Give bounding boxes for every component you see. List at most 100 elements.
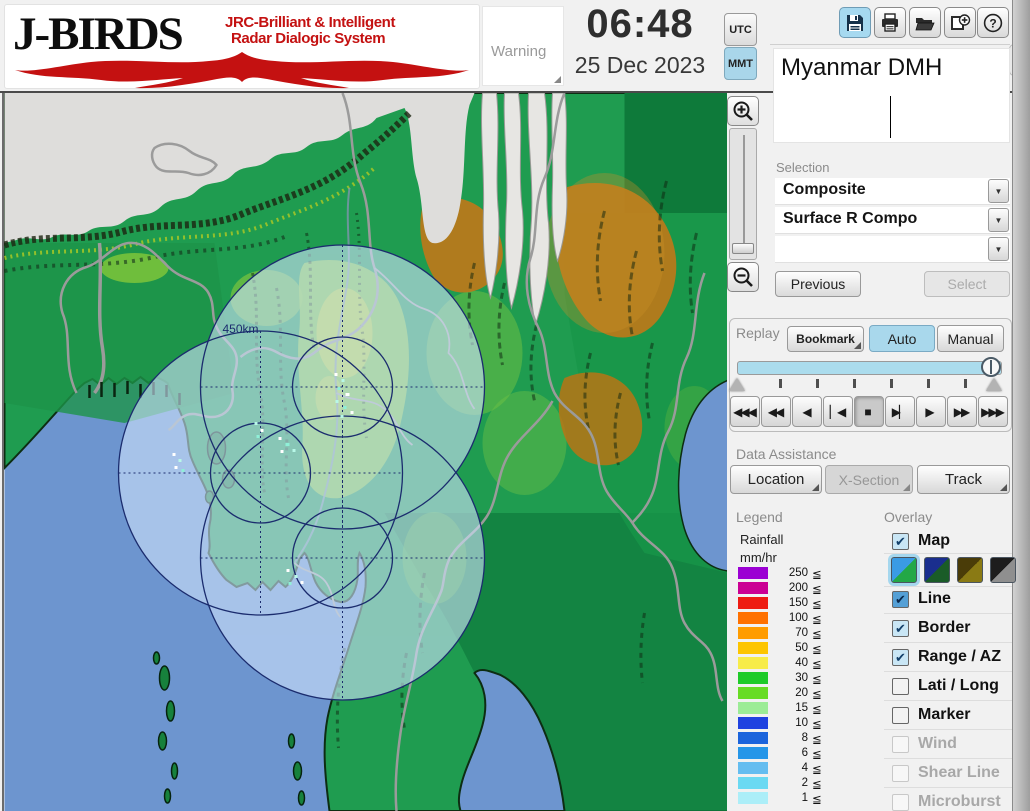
legend-value: 4 — [801, 762, 808, 774]
map-style-swatch-3[interactable] — [957, 557, 983, 583]
zoom-slider[interactable] — [729, 128, 757, 260]
map-canvas[interactable]: 450km — [2, 93, 727, 811]
legend-swatch — [738, 612, 768, 624]
legend-operator: ≦ — [812, 629, 822, 641]
logo-subtitle-1: JRC-Brilliant & Intelligent — [225, 14, 396, 31]
play-button[interactable]: ▶ — [916, 396, 946, 427]
legend-value: 200 — [788, 582, 808, 594]
legend-operator: ≦ — [812, 644, 822, 656]
menu-corner-icon — [903, 484, 910, 491]
dropdown-product-type[interactable]: Surface R Compo ▼ — [775, 207, 1010, 234]
legend-value: 15 — [795, 702, 808, 714]
legend-value: 1 — [801, 792, 808, 804]
separator — [884, 586, 1012, 587]
mmt-button[interactable]: MMT — [724, 47, 757, 80]
bookmark-button[interactable]: Bookmark — [787, 326, 864, 352]
x-section-button[interactable]: X-Section — [825, 465, 913, 494]
x-section-label: X-Section — [838, 471, 900, 488]
chevron-down-icon[interactable]: ▼ — [988, 208, 1009, 232]
forward-fast-button[interactable]: ▶▶▶ — [978, 396, 1008, 427]
checkbox-checked-icon[interactable]: ✔ — [892, 533, 909, 550]
checkbox-unchecked-icon[interactable] — [892, 707, 909, 724]
legend-value: 6 — [801, 747, 808, 759]
legend-value: 20 — [795, 687, 808, 699]
open-folder-icon — [915, 17, 935, 30]
legend-operator: ≦ — [812, 779, 822, 791]
svg-text:?: ? — [989, 16, 996, 30]
replay-slider-handle[interactable] — [981, 357, 1001, 377]
legend-value: 70 — [795, 627, 808, 639]
play-back-button[interactable]: ◀ — [792, 396, 822, 427]
range-end-marker[interactable] — [986, 378, 1002, 391]
zoom-slider-handle[interactable] — [732, 243, 754, 254]
utc-button[interactable]: UTC — [724, 13, 757, 46]
open-button[interactable] — [909, 7, 941, 38]
legend-operator: ≦ — [812, 764, 822, 776]
legend-swatch — [738, 717, 768, 729]
stop-button[interactable]: ■ — [854, 396, 884, 427]
checkbox-checked-icon[interactable]: ✔ — [892, 649, 909, 666]
legend-value: 40 — [795, 657, 808, 669]
data-assistance-label: Data Assistance — [736, 446, 837, 462]
legend-operator: ≦ — [812, 584, 822, 596]
warning-button[interactable]: Warning — [482, 6, 564, 86]
location-button[interactable]: Location — [730, 465, 822, 494]
slider-tick — [853, 379, 856, 388]
panel-edge-strip[interactable] — [1012, 0, 1030, 811]
checkbox-unchecked-icon[interactable] — [892, 678, 909, 695]
legend-swatch — [738, 597, 768, 609]
slider-tick — [964, 379, 967, 388]
map-style-swatch-2[interactable] — [924, 557, 950, 583]
checkbox-checked-icon[interactable]: ✔ — [892, 620, 909, 637]
shan-plateau-s — [482, 391, 567, 495]
capture-button[interactable] — [944, 7, 976, 38]
rewind-fast-button[interactable]: ◀◀◀ — [730, 396, 760, 427]
overlay-item-label: Map — [918, 532, 950, 549]
legend-value: 8 — [801, 732, 808, 744]
help-button[interactable]: ? — [977, 7, 1009, 38]
replay-slider-track[interactable] — [737, 361, 1002, 375]
legend-operator: ≦ — [812, 599, 822, 611]
step-first-button[interactable]: ▏◀ — [823, 396, 853, 427]
range-start-marker[interactable] — [729, 378, 745, 391]
legend-swatch — [738, 657, 768, 669]
replay-label: Replay — [736, 325, 780, 341]
chevron-down-icon[interactable]: ▼ — [988, 237, 1009, 261]
separator — [884, 613, 1012, 614]
checkbox-disabled-icon — [892, 736, 909, 753]
step-last-button[interactable]: ▶▏ — [885, 396, 915, 427]
chevron-down-icon[interactable]: ▼ — [988, 179, 1009, 203]
jbirds-app: 450km J-BIRDS JRC-Brilliant & Intelligen… — [0, 0, 1030, 811]
checkbox-disabled-icon — [892, 765, 909, 782]
manual-button[interactable]: Manual — [937, 325, 1004, 352]
overlay-item-label: Marker — [918, 706, 971, 723]
track-button[interactable]: Track — [917, 465, 1010, 494]
warning-label: Warning — [491, 43, 547, 60]
legend-value: 150 — [788, 597, 808, 609]
overlay-item-label: Range / AZ — [918, 648, 1001, 665]
dropdown-product-option[interactable]: ▼ — [775, 236, 1010, 263]
auto-button[interactable]: Auto — [869, 325, 935, 352]
select-button[interactable]: Select — [924, 271, 1010, 297]
slider-tick — [779, 379, 782, 388]
map-style-swatch-4[interactable] — [990, 557, 1016, 583]
legend-value: 250 — [788, 567, 808, 579]
zoom-in-button[interactable] — [727, 96, 759, 126]
save-button[interactable] — [839, 7, 871, 38]
forward-button[interactable]: ▶▶ — [947, 396, 977, 427]
legend-unit: mm/hr — [740, 550, 777, 565]
legend-value: 100 — [788, 612, 808, 624]
overlay-item-label: Border — [918, 619, 971, 636]
dropdown-product-category[interactable]: Composite ▼ — [775, 178, 1010, 205]
station-name: Myanmar DMH — [781, 54, 943, 81]
legend-operator: ≦ — [812, 749, 822, 761]
previous-button[interactable]: Previous — [775, 271, 861, 297]
legend-swatch — [738, 747, 768, 759]
rewind-button[interactable]: ◀◀ — [761, 396, 791, 427]
legend-operator: ≦ — [812, 719, 822, 731]
map-style-swatch-1[interactable] — [891, 557, 917, 583]
checkbox-checked-icon[interactable]: ✔ — [892, 591, 909, 608]
separator — [884, 729, 1012, 730]
print-button[interactable] — [874, 7, 906, 38]
zoom-out-button[interactable] — [727, 262, 759, 292]
